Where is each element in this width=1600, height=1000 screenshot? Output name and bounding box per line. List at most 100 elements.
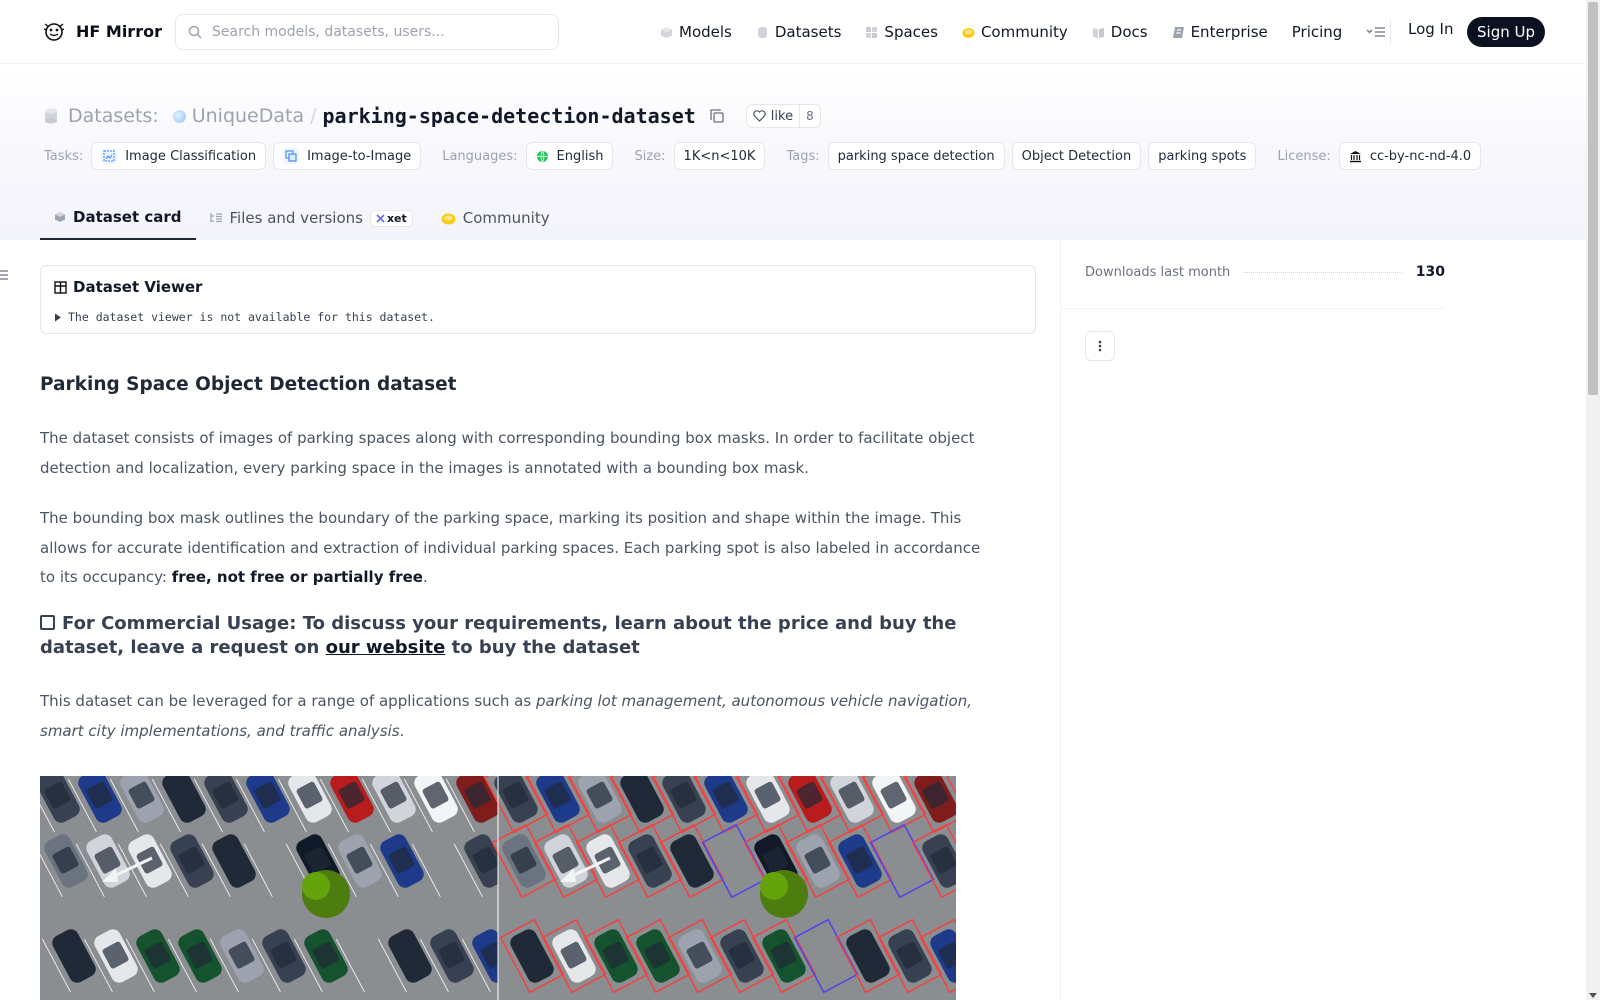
tag-label-text: Object Detection — [1021, 148, 1132, 164]
enterprise-icon — [1172, 26, 1184, 38]
tags-row: Tasks: Image Classification Image-to-Ima… — [44, 141, 1488, 171]
file-tree-icon — [209, 213, 222, 223]
tag-label-text: parking spots — [1158, 148, 1247, 164]
logo-text: HF Mirror — [76, 21, 162, 41]
copy-icon[interactable] — [710, 109, 724, 123]
search-input[interactable] — [212, 24, 532, 40]
downloads-label: Downloads last month — [1085, 264, 1231, 280]
org-link[interactable]: UniqueData — [192, 105, 304, 127]
task-label: Image-to-Image — [307, 148, 412, 164]
tree-highlight — [302, 872, 330, 900]
table-icon — [54, 280, 67, 294]
dataset-viewer: Dataset Viewer The dataset viewer is not… — [40, 265, 1036, 334]
nav-spaces[interactable]: Spaces — [865, 23, 938, 41]
nav-pricing[interactable]: Pricing — [1292, 23, 1343, 41]
size-value: 1K<n<10K — [683, 148, 756, 164]
task-label: Image Classification — [125, 148, 257, 164]
like-main[interactable]: like — [747, 105, 799, 127]
scroll-down-arrow-icon[interactable] — [1589, 993, 1597, 998]
signup-button[interactable]: Sign Up — [1467, 17, 1545, 47]
page-scrollbar[interactable] — [1586, 0, 1600, 1000]
bank-icon — [1349, 150, 1361, 162]
commercial-usage-heading: For Commercial Usage: To discuss your re… — [40, 612, 980, 660]
tag-label-text: parking space detection — [837, 148, 995, 164]
checkbox-icon — [40, 615, 55, 630]
section-label[interactable]: Datasets: — [68, 105, 159, 127]
nav-datasets-label: Datasets — [774, 23, 842, 41]
nav-enterprise[interactable]: Enterprise — [1172, 23, 1268, 41]
login-link[interactable]: Log In — [1408, 20, 1454, 38]
repo-title-row: Datasets: UniqueData / parking-space-det… — [44, 103, 821, 129]
task-chip-image-to-image[interactable]: Image-to-Image — [273, 142, 422, 170]
tab-dataset-card[interactable]: Dataset card — [40, 196, 196, 240]
community-hand-icon — [962, 27, 975, 38]
tag-chip[interactable]: Object Detection — [1011, 142, 1142, 170]
nav-models-label: Models — [679, 23, 732, 41]
license-chip[interactable]: cc-by-nc-nd-4.0 — [1338, 142, 1482, 170]
tags-label: Tags: — [786, 148, 820, 164]
p3-end: . — [399, 721, 405, 740]
like-button[interactable]: like 8 — [745, 104, 821, 128]
scrollbar-thumb[interactable] — [1588, 2, 1598, 395]
kebab-menu-icon — [1098, 340, 1102, 352]
globe-icon — [536, 150, 548, 163]
community-hand-icon — [441, 213, 456, 224]
cube-icon — [55, 212, 65, 222]
language-label: English — [556, 148, 604, 164]
size-chip[interactable]: 1K<n<10K — [673, 142, 766, 170]
tab-files-label: Files and versions — [229, 209, 363, 227]
tree-highlight — [760, 872, 788, 900]
org-avatar — [172, 109, 186, 123]
nav-models[interactable]: Models — [660, 23, 732, 41]
like-count[interactable]: 8 — [799, 105, 820, 127]
hf-logo-icon — [43, 23, 65, 41]
xet-badge-label: xet — [386, 211, 407, 225]
card-paragraph-2: The bounding box mask outlines the bound… — [40, 504, 990, 593]
sidebar-divider — [1061, 308, 1445, 309]
image-to-image-icon — [283, 148, 300, 164]
license-value: cc-by-nc-nd-4.0 — [1369, 148, 1472, 164]
license-label: License: — [1277, 148, 1331, 164]
language-chip-english[interactable]: English — [525, 142, 614, 170]
logo[interactable]: HF Mirror — [41, 18, 162, 44]
nav-enterprise-label: Enterprise — [1190, 23, 1268, 41]
tag-chip[interactable]: parking spots — [1148, 142, 1257, 170]
image-classification-icon — [101, 148, 118, 164]
nav-more-menu[interactable] — [1366, 26, 1386, 38]
tag-chip[interactable]: parking space detection — [827, 142, 1005, 170]
downloads-value: 130 — [1415, 264, 1445, 280]
website-link[interactable]: our website — [326, 637, 446, 658]
xet-icon — [376, 213, 385, 223]
nav-links: Models Datasets Spaces Community Docs En… — [660, 18, 1410, 46]
nav-datasets[interactable]: Datasets — [756, 23, 842, 41]
more-options-button[interactable] — [1085, 331, 1115, 361]
book-icon — [1092, 27, 1104, 38]
caret-right-icon — [55, 313, 61, 321]
repo-tabs: Dataset card Files and versions xet Comm… — [40, 196, 564, 240]
card-paragraph-3: This dataset can be leveraged for a rang… — [40, 687, 990, 746]
path-separator: / — [310, 105, 317, 127]
top-navigation: HF Mirror Models Datasets Spaces Communi… — [0, 0, 1586, 64]
dataset-viewer-title: Dataset Viewer — [54, 278, 202, 296]
nav-community[interactable]: Community — [962, 23, 1068, 41]
repo-name[interactable]: parking-space-detection-dataset — [323, 104, 696, 128]
tab-community[interactable]: Community — [427, 196, 564, 240]
tab-files-and-versions[interactable]: Files and versions xet — [196, 196, 427, 240]
card-heading: Parking Space Object Detection dataset — [40, 374, 457, 395]
task-chip-image-classification[interactable]: Image Classification — [91, 142, 267, 170]
nav-spaces-label: Spaces — [884, 23, 938, 41]
heart-icon — [753, 110, 766, 122]
search-box[interactable] — [175, 14, 559, 50]
viewer-note-text: The dataset viewer is not available for … — [68, 310, 435, 324]
viewer-unavailable-toggle[interactable]: The dataset viewer is not available for … — [54, 310, 435, 324]
cube-icon — [661, 26, 672, 38]
size-label: Size: — [634, 148, 666, 164]
sidebar-toggle-icon[interactable] — [0, 268, 10, 282]
tab-community-label: Community — [462, 209, 550, 227]
right-sidebar: Downloads last month 130 — [1060, 240, 1586, 1000]
commercial-text-end: to buy the dataset — [451, 637, 640, 658]
database-icon — [757, 26, 767, 38]
nav-docs-label: Docs — [1110, 23, 1148, 41]
nav-community-label: Community — [980, 23, 1068, 41]
nav-docs[interactable]: Docs — [1092, 23, 1148, 41]
